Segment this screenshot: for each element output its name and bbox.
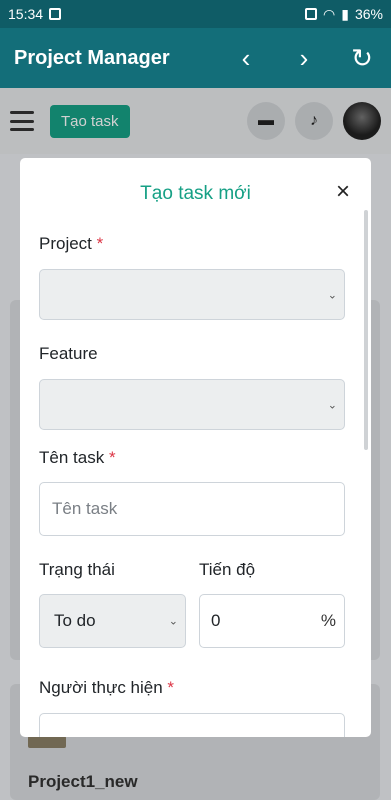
assignee-label-text: Người thực hiện <box>39 678 163 697</box>
progress-value: 0 <box>211 611 221 630</box>
wifi-icon: ◠ <box>323 5 336 22</box>
project-label-text: Project <box>39 234 92 253</box>
status-value: To do <box>54 611 96 630</box>
required-mark: * <box>108 448 116 467</box>
project-label: Project * <box>39 234 103 254</box>
progress-label: Tiến độ <box>199 560 256 579</box>
chevron-right-icon[interactable]: › <box>289 45 319 71</box>
status-time: 15:34 <box>8 6 44 22</box>
task-name-label: Tên task * <box>39 448 116 468</box>
required-mark: * <box>167 678 175 697</box>
app-bar: Project Manager ‹ › ↻ <box>0 28 391 88</box>
assignee-label: Người thực hiện * <box>39 678 174 698</box>
gallery-icon <box>49 8 62 20</box>
modal-title: Tạo task mới <box>140 183 251 204</box>
status-bar: 15:34 ◠ ▮ 36% <box>0 0 391 28</box>
battery-text: 36% <box>354 6 383 22</box>
close-icon[interactable]: × <box>336 178 350 206</box>
task-name-placeholder: Tên task <box>52 499 118 518</box>
progress-input[interactable]: 0 % <box>199 594 345 648</box>
modal-scrollbar[interactable] <box>364 210 368 450</box>
app-title: Project Manager <box>14 46 170 69</box>
chevron-down-icon: ⌄ <box>327 289 337 301</box>
status-label: Trạng thái <box>39 560 115 579</box>
app-nav: ‹ › ↻ <box>231 45 377 71</box>
required-mark: * <box>96 234 104 253</box>
chevron-left-icon[interactable]: ‹ <box>231 45 261 71</box>
assignee-select[interactable] <box>39 713 345 737</box>
refresh-icon[interactable]: ↻ <box>347 45 377 71</box>
signal-icon: ▮ <box>341 5 349 22</box>
create-task-modal: Tạo task mới × Project * ⌄ Feature ⌄ Tên… <box>20 158 371 737</box>
task-name-label-text: Tên task <box>39 448 105 467</box>
status-right: ◠ ▮ 36% <box>305 6 383 23</box>
chevron-down-icon: ⌄ <box>327 399 337 411</box>
alarm-icon <box>305 8 318 20</box>
chevron-down-icon: ⌄ <box>168 615 178 628</box>
task-name-input[interactable]: Tên task <box>39 482 345 536</box>
feature-label: Feature <box>39 344 98 363</box>
feature-select[interactable]: ⌄ <box>39 379 345 430</box>
status-select[interactable]: To do ⌄ <box>39 594 186 648</box>
project-select[interactable]: ⌄ <box>39 269 345 320</box>
progress-unit: % <box>320 611 336 630</box>
